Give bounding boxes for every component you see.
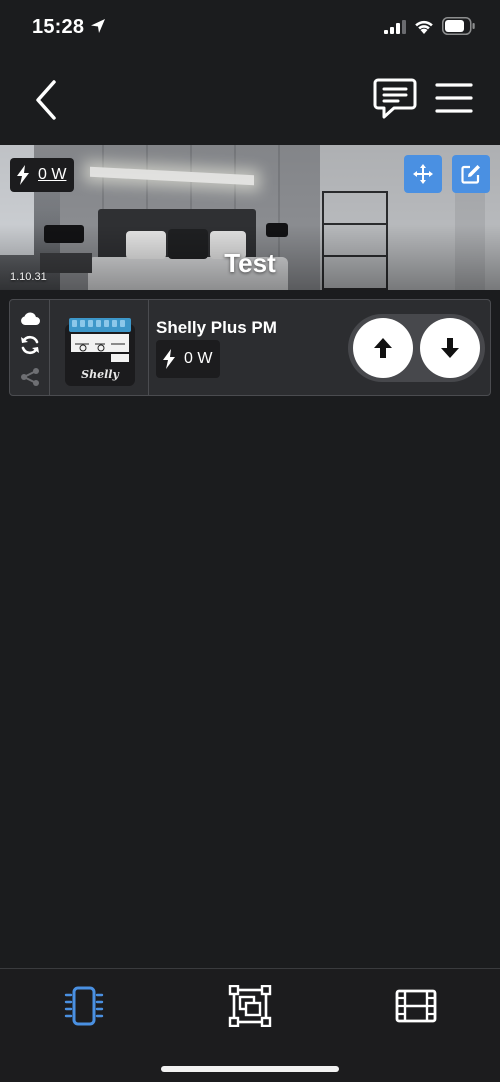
scenes-icon	[395, 989, 437, 1023]
move-room-button[interactable]	[404, 155, 442, 193]
shelly-device-icon: Shelly	[64, 317, 135, 386]
location-arrow-icon	[91, 19, 105, 33]
tab-scenes[interactable]	[394, 985, 438, 1027]
open-up-button[interactable]	[353, 318, 413, 378]
arrow-down-icon	[441, 338, 459, 358]
edit-icon	[461, 165, 480, 184]
room-image-code: 1.10.31	[10, 271, 47, 283]
chevron-left-icon	[36, 80, 56, 120]
share-icon	[21, 368, 39, 386]
device-power-badge[interactable]: 0 W	[156, 340, 221, 378]
bottom-tab-bar	[0, 968, 500, 1082]
tab-devices[interactable]	[62, 985, 106, 1027]
device-card[interactable]: Shelly Shelly Plus PM 0 W	[9, 299, 491, 396]
status-bar: 15:28	[0, 0, 500, 56]
bolt-icon	[17, 165, 29, 185]
move-icon	[413, 164, 433, 184]
device-name: Shelly Plus PM	[156, 318, 277, 337]
chat-button[interactable]	[372, 76, 418, 122]
device-image: Shelly	[51, 300, 149, 395]
hamburger-menu-icon	[435, 83, 473, 113]
device-status-column	[10, 300, 50, 395]
svg-text:Shelly: Shelly	[81, 368, 120, 381]
bolt-icon	[163, 349, 175, 369]
arrow-up-icon	[374, 338, 392, 358]
rooms-icon	[228, 984, 272, 1028]
edit-room-button[interactable]	[452, 155, 490, 193]
sync-icon	[21, 335, 39, 355]
roller-control-group	[348, 314, 485, 382]
chat-icon	[373, 78, 417, 119]
room-name: Test	[224, 248, 276, 278]
back-button[interactable]	[28, 78, 64, 122]
menu-button[interactable]	[434, 80, 474, 116]
room-power-value: 0 W	[38, 166, 67, 183]
cellular-signal-icon	[384, 20, 406, 34]
wifi-icon	[415, 20, 433, 34]
room-power-badge[interactable]: 0 W	[10, 158, 75, 192]
home-indicator	[161, 1066, 339, 1072]
tab-rooms[interactable]	[228, 984, 272, 1028]
battery-icon	[442, 17, 475, 35]
close-down-button[interactable]	[420, 318, 480, 378]
device-icon	[64, 986, 104, 1026]
device-power-value: 0 W	[184, 350, 213, 367]
cloud-icon	[21, 312, 40, 325]
status-time: 15:28	[32, 16, 85, 38]
